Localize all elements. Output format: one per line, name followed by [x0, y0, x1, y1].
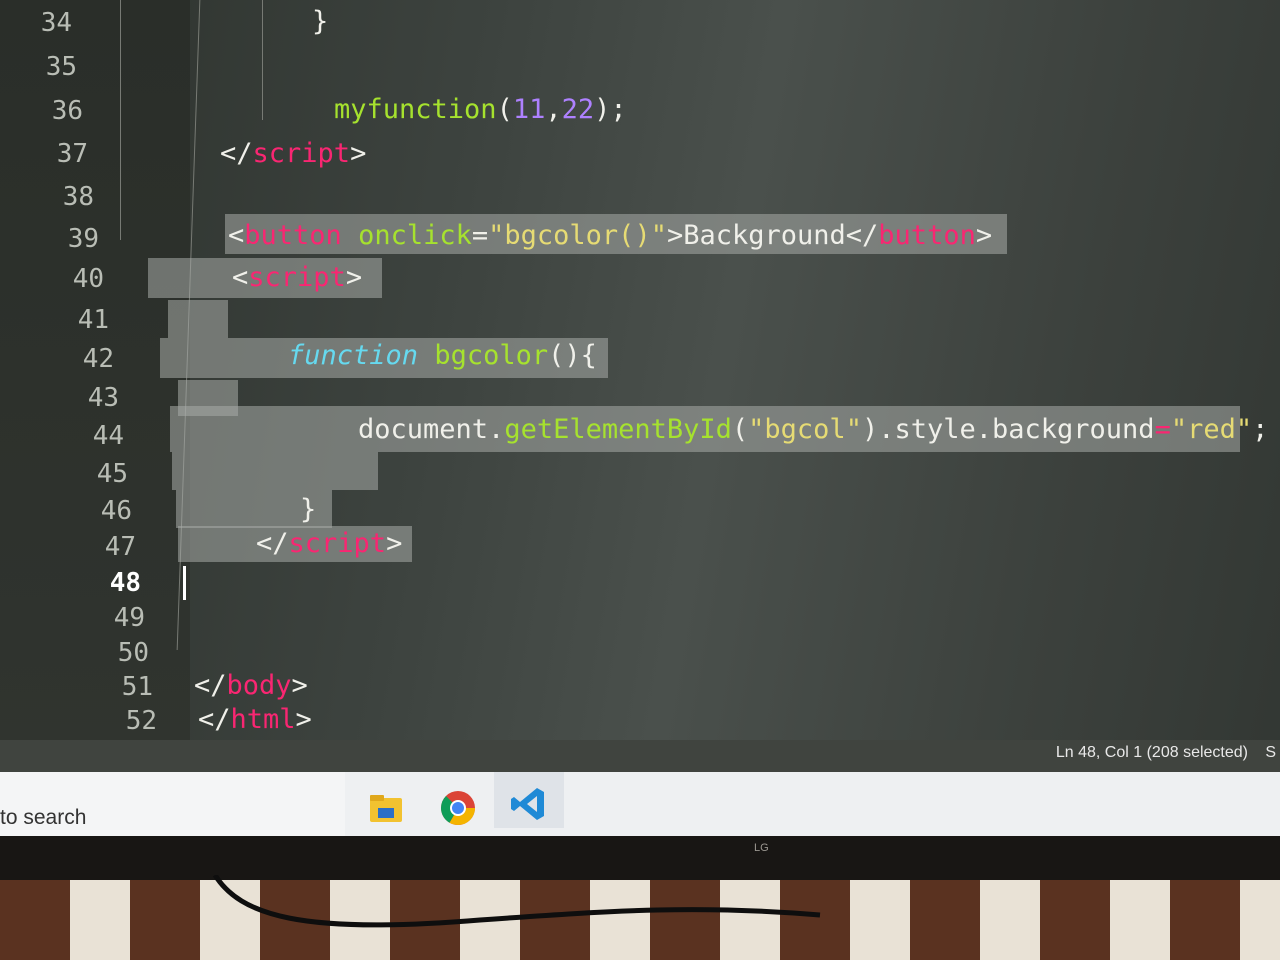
- line-number: 34: [40, 8, 72, 38]
- chrome-icon[interactable]: [438, 788, 478, 828]
- search-placeholder: to search: [0, 806, 87, 829]
- line-number: 44: [92, 421, 124, 451]
- line-number: 49: [113, 603, 145, 633]
- status-item[interactable]: S: [1265, 744, 1276, 762]
- code-line-44: document.getElementById("bgcol").style.b…: [358, 414, 1269, 445]
- windows-taskbar: to search: [0, 772, 1280, 836]
- code-line-36: myfunction(11,22);: [334, 94, 627, 125]
- code-line-42: function bgcolor(){: [288, 340, 597, 371]
- line-number: 37: [56, 139, 88, 169]
- code-line-51: </body>: [194, 670, 308, 701]
- line-number: 36: [51, 96, 83, 126]
- line-number: 41: [77, 305, 109, 335]
- line-number: 46: [100, 496, 132, 526]
- code-line-47: </script>: [256, 528, 403, 559]
- code-line-34: }: [312, 6, 329, 37]
- line-number: 50: [117, 638, 149, 668]
- line-number: 47: [104, 532, 136, 562]
- indent-guide: [120, 0, 121, 240]
- line-number-active: 48: [109, 568, 141, 598]
- line-number: 40: [72, 264, 104, 294]
- code-line-40: <script>: [232, 262, 363, 293]
- line-number: 51: [121, 672, 153, 702]
- monitor-brand-logo: LG: [754, 842, 769, 854]
- status-bar: Ln 48, Col 1 (208 selected) S: [0, 740, 1280, 772]
- code-line-37: </script>: [220, 138, 367, 169]
- line-number: 45: [96, 459, 128, 489]
- monitor-bezel: [0, 836, 1280, 880]
- text-cursor: [183, 566, 186, 600]
- line-number: 39: [67, 224, 99, 254]
- line-number: 43: [87, 383, 119, 413]
- taskbar-search-box[interactable]: to search: [0, 772, 345, 836]
- selection-highlight: [168, 300, 228, 338]
- line-number: 52: [125, 706, 157, 736]
- vscode-icon: [511, 788, 544, 820]
- line-number: 35: [45, 52, 77, 82]
- monitor-screen: 34 35 36 37 38 39 40 41 42 43 44 45 46 4…: [0, 0, 1280, 842]
- indent-guide: [262, 0, 263, 120]
- file-explorer-icon[interactable]: [366, 788, 406, 828]
- code-line-52: </html>: [198, 704, 312, 735]
- line-number: 42: [82, 344, 114, 374]
- cursor-position-status[interactable]: Ln 48, Col 1 (208 selected): [1056, 744, 1248, 762]
- monitor-cable: [212, 875, 821, 928]
- vscode-taskbar-button[interactable]: [494, 772, 564, 828]
- code-line-46: }: [300, 494, 317, 525]
- line-number: 38: [62, 182, 94, 212]
- selection-highlight: [172, 452, 378, 490]
- code-line-39: <button onclick="bgcolor()">Background</…: [228, 220, 993, 251]
